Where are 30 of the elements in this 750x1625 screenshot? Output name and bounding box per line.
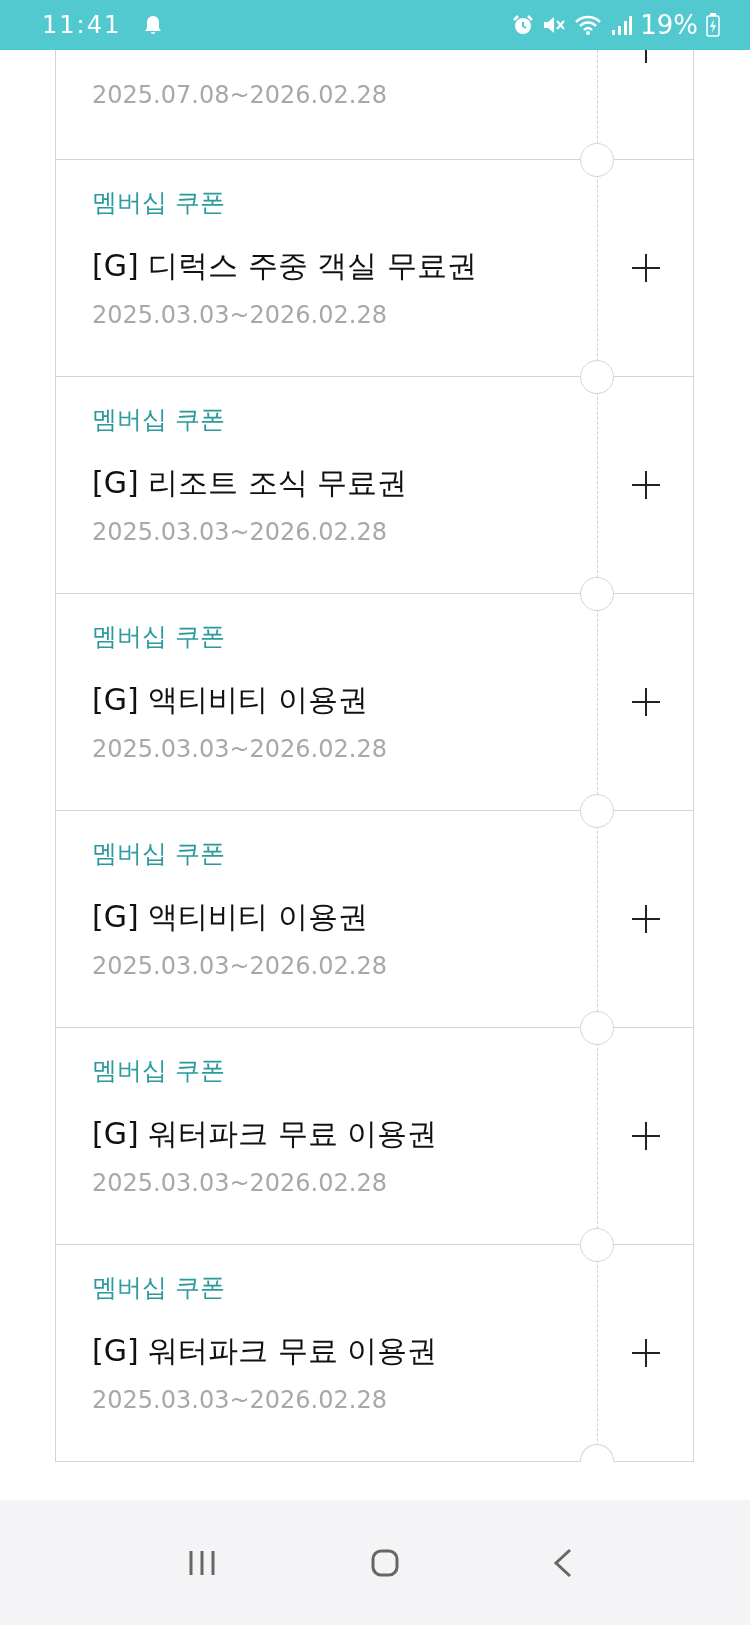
coupon-date: 2025.03.03~2026.02.28 [92,1385,387,1416]
coupon-date: 2025.07.08~2026.02.28 [92,80,387,111]
signal-icon [610,14,633,36]
home-icon[interactable] [371,1548,399,1577]
bell-icon [143,14,164,36]
coupon-category: 멤버십 쿠폰 [92,404,225,436]
coupon-title: [G] 액티비티 이용권 [92,681,368,719]
battery-percent: 19% [640,10,698,40]
coupon-date: 2025.03.03~2026.02.28 [92,517,387,548]
status-time: 11:41 [42,11,122,39]
coupon-date: 2025.03.03~2026.02.28 [92,1168,387,1199]
coupon-category: 멤버십 쿠폰 [92,187,225,219]
recent-apps-icon[interactable] [187,1548,217,1577]
coupon-category: 멤버십 쿠폰 [92,838,225,870]
coupon-category: 멤버십 쿠폰 [92,621,225,653]
coupon-category: 멤버십 쿠폰 [92,1055,225,1087]
mute-icon [542,14,567,36]
coupon-date: 2025.03.03~2026.02.28 [92,300,387,331]
coupon-title: [G] 리조트 조식 무료권 [92,464,408,502]
coupon-date: 2025.03.03~2026.02.28 [92,734,387,765]
back-icon[interactable] [553,1547,573,1578]
coupon-date: 2025.03.03~2026.02.28 [92,951,387,982]
wifi-icon [574,14,603,36]
coupon-title: [G] 디럭스 주중 객실 무료권 [92,247,477,285]
coupon-category: 멤버십 쿠폰 [92,1272,225,1304]
coupon-title: [G] 워터파크 무료 이용권 [92,1115,438,1153]
alarm-icon [512,14,535,36]
coupon-title: [G] 워터파크 무료 이용권 [92,1332,438,1370]
coupon-title: [G] 액티비티 이용권 [92,898,368,936]
battery-icon [706,13,720,37]
